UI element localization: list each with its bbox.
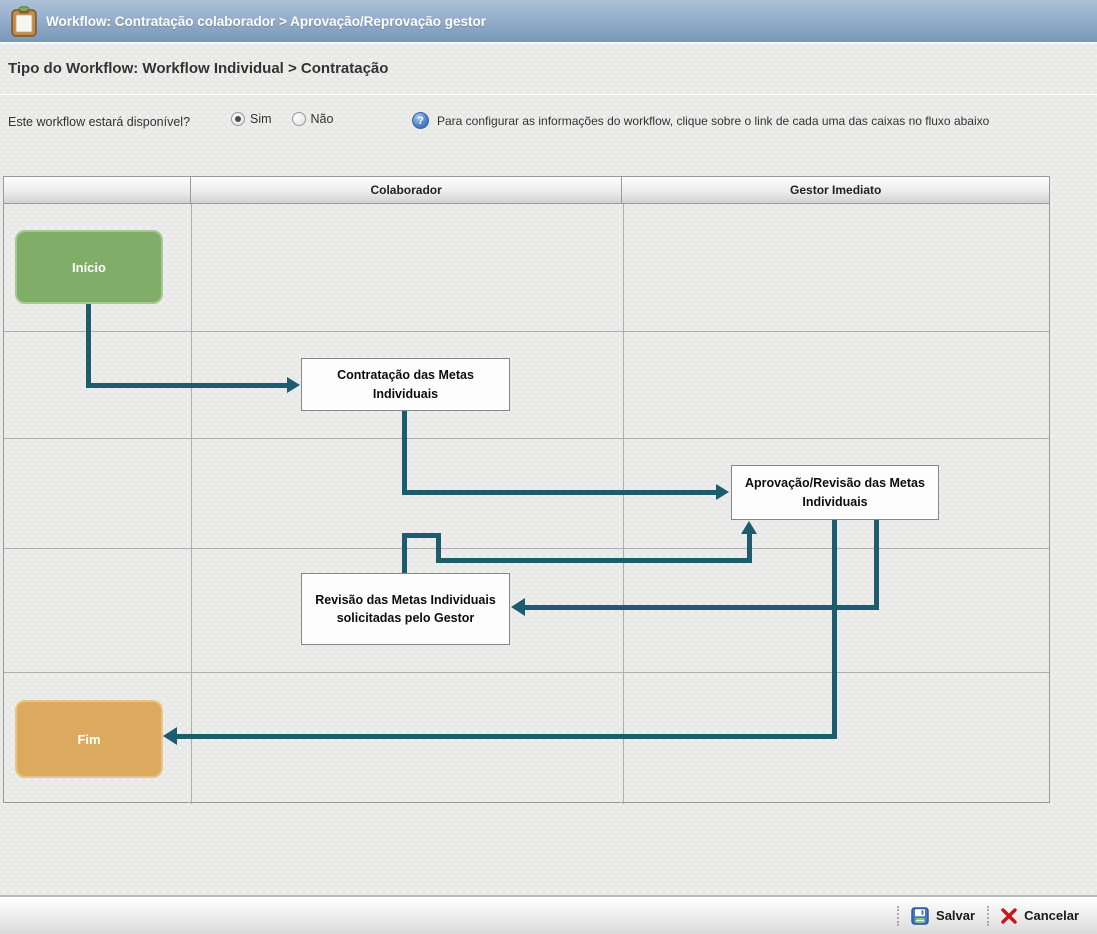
cancel-button-label: Cancelar xyxy=(1024,908,1079,923)
workflow-editor-screen: Workflow: Contratação colaborador > Apro… xyxy=(0,0,1097,934)
red-x-icon xyxy=(1001,908,1017,924)
connector-segment xyxy=(86,302,91,388)
radio-label-sim: Sim xyxy=(250,112,272,126)
footer-toolbar: Salvar Cancelar xyxy=(0,897,1097,934)
save-button-label: Salvar xyxy=(936,908,975,923)
help-row: ? Para configurar as informações do work… xyxy=(412,112,989,129)
lane-header-colaborador: Colaborador xyxy=(191,177,623,203)
connector-segment xyxy=(176,734,837,739)
save-button[interactable]: Salvar xyxy=(911,907,975,925)
radio-option-nao[interactable]: Não xyxy=(292,112,334,126)
flow-node-aprovacao-revisao-metas[interactable]: Aprovação/Revisão das Metas Individuais xyxy=(731,465,939,520)
arrowhead-left-icon xyxy=(511,598,525,616)
connector-segment xyxy=(874,520,879,610)
arrowhead-up-icon xyxy=(741,521,757,534)
lane-header-gestor-imediato: Gestor Imediato xyxy=(622,177,1049,203)
connector-segment xyxy=(832,520,837,739)
clipboard-icon xyxy=(10,6,38,38)
separator xyxy=(897,906,899,926)
swimlane-header: Colaborador Gestor Imediato xyxy=(4,177,1049,204)
lane-header-empty xyxy=(4,177,191,203)
radio-button-selected[interactable] xyxy=(231,112,245,126)
radio-option-sim[interactable]: Sim xyxy=(231,112,272,126)
grid-column-line xyxy=(623,204,624,804)
availability-question-label: Este workflow estará disponível? xyxy=(8,115,190,129)
separator xyxy=(987,906,989,926)
radio-button-unselected[interactable] xyxy=(292,112,306,126)
divider xyxy=(0,94,1097,95)
availability-radio-group: Sim Não xyxy=(231,112,333,126)
window-title: Workflow: Contratação colaborador > Apro… xyxy=(46,0,486,44)
connector-segment xyxy=(523,605,879,610)
cancel-button[interactable]: Cancelar xyxy=(1001,908,1079,924)
flow-node-revisao-metas[interactable]: Revisão das Metas Individuais solicitada… xyxy=(301,573,510,645)
grid-row-line xyxy=(4,672,1049,673)
help-text: Para configurar as informações do workfl… xyxy=(437,114,989,128)
grid-row-line xyxy=(4,438,1049,439)
connector-segment xyxy=(747,532,752,563)
flow-node-fim[interactable]: Fim xyxy=(15,700,163,778)
connector-segment xyxy=(402,411,407,495)
grid-row-line xyxy=(4,548,1049,549)
connector-segment xyxy=(86,383,289,388)
connector-segment xyxy=(402,490,717,495)
connector-segment xyxy=(402,533,407,573)
arrowhead-right-icon xyxy=(287,377,300,393)
connector-segment xyxy=(436,558,752,563)
page-title: Tipo do Workflow: Workflow Individual > … xyxy=(8,60,388,77)
arrowhead-left-icon xyxy=(163,727,177,745)
flow-node-contratacao-metas[interactable]: Contratação das Metas Individuais xyxy=(301,358,510,411)
radio-label-nao: Não xyxy=(311,112,334,126)
grid-column-line xyxy=(191,204,192,804)
window-title-bar: Workflow: Contratação colaborador > Apro… xyxy=(0,0,1097,44)
flow-node-inicio[interactable]: Início xyxy=(15,230,163,304)
arrowhead-right-icon xyxy=(716,484,729,500)
grid-row-line xyxy=(4,331,1049,332)
help-icon: ? xyxy=(412,112,429,129)
floppy-disk-icon xyxy=(911,907,929,925)
